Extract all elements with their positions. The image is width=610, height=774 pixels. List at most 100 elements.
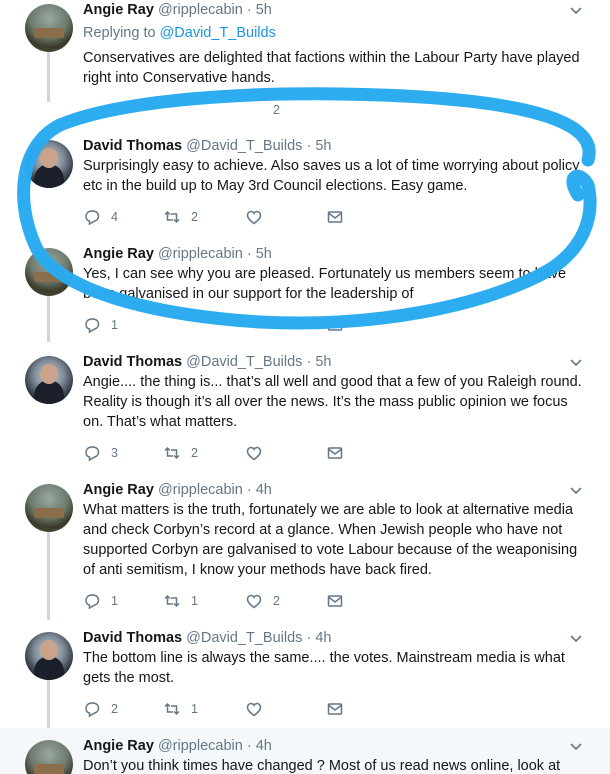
like-button[interactable] xyxy=(245,443,263,463)
like-count: 2 xyxy=(273,594,280,608)
message-button[interactable] xyxy=(326,443,344,463)
timestamp[interactable]: 4h xyxy=(315,630,331,646)
reply-count: 1 xyxy=(111,318,118,332)
heart-icon xyxy=(246,210,262,225)
author-handle[interactable]: @ripplecabin xyxy=(158,2,243,18)
tweet-header: Angie Ray @ripplecabin · 4h xyxy=(83,482,272,498)
avatar[interactable] xyxy=(25,4,73,52)
avatar[interactable] xyxy=(25,140,73,188)
replying-to-link[interactable]: @David_T_Builds xyxy=(160,25,276,41)
retweet-button[interactable]: 2 xyxy=(163,207,198,227)
chevron-down-icon[interactable] xyxy=(570,359,582,371)
timestamp[interactable]: 4h xyxy=(256,738,272,754)
retweet-button[interactable]: 2 xyxy=(163,443,198,463)
like-button[interactable] xyxy=(245,207,263,227)
tweet[interactable]: Angie Ray @ripplecabin · 5h Yes, I can s… xyxy=(0,236,610,342)
retweet-icon xyxy=(164,210,180,224)
replying-to: Replying to @David_T_Builds xyxy=(83,25,276,41)
reply-button[interactable]: 2 xyxy=(83,699,118,719)
reply-button[interactable]: 3 xyxy=(83,443,118,463)
thread-line xyxy=(47,296,50,342)
tweet-text: The bottom line is always the same.... t… xyxy=(83,650,565,686)
author-handle[interactable]: @ripplecabin xyxy=(158,738,243,754)
author-handle[interactable]: @ripplecabin xyxy=(158,482,243,498)
author-name[interactable]: David Thomas xyxy=(83,630,182,646)
timestamp[interactable]: 5h xyxy=(256,246,272,262)
envelope-icon xyxy=(327,319,343,331)
chevron-down-icon[interactable] xyxy=(570,487,582,499)
retweet-count: 2 xyxy=(191,210,198,224)
author-handle[interactable]: @David_T_Builds xyxy=(186,630,302,646)
reply-icon xyxy=(85,702,100,718)
author-handle[interactable]: @ripplecabin xyxy=(158,246,243,262)
avatar[interactable] xyxy=(25,248,73,296)
heart-icon xyxy=(246,594,262,609)
like-button[interactable]: 2 xyxy=(245,591,280,611)
avatar[interactable] xyxy=(25,632,73,680)
author-name[interactable]: Angie Ray xyxy=(83,246,154,262)
author-handle[interactable]: @David_T_Builds xyxy=(186,354,302,370)
tweet[interactable]: Angie Ray @ripplecabin · 5h Replying to … xyxy=(0,0,610,117)
retweet-button[interactable]: 1 xyxy=(163,699,198,719)
tweet[interactable]: Angie Ray @ripplecabin · 4h What matters… xyxy=(0,472,610,620)
author-name[interactable]: Angie Ray xyxy=(83,2,154,18)
separator: · xyxy=(246,738,252,754)
timestamp[interactable]: 5h xyxy=(315,138,331,154)
tweet-actions: 1 1 2 xyxy=(83,591,353,611)
tweet-header: Angie Ray @ripplecabin · 4h xyxy=(83,738,272,754)
retweet-button[interactable]: 1 xyxy=(163,591,198,611)
author-name[interactable]: David Thomas xyxy=(83,138,182,154)
tweet-actions: 3 2 xyxy=(83,443,353,463)
tweet[interactable]: David Thomas @David_T_Builds · 5h Angie.… xyxy=(0,344,610,472)
avatar[interactable] xyxy=(25,740,73,774)
timestamp[interactable]: 5h xyxy=(315,354,331,370)
thread-line xyxy=(47,52,50,102)
reply-icon xyxy=(85,446,100,462)
timestamp[interactable]: 5h xyxy=(256,2,272,18)
tweet-actions: 2 xyxy=(83,100,353,120)
separator: · xyxy=(306,354,312,370)
chevron-down-icon[interactable] xyxy=(570,7,582,19)
timestamp[interactable]: 4h xyxy=(256,482,272,498)
tweet-actions: 4 2 xyxy=(83,207,353,227)
reply-button[interactable]: 1 xyxy=(83,591,118,611)
tweet-text: Don’t you think times have changed ? Mos… xyxy=(83,758,561,774)
message-button[interactable] xyxy=(326,591,344,611)
envelope-icon xyxy=(327,703,343,715)
thread-line xyxy=(47,532,50,620)
tweet-text: Angie.... the thing is... that’s all wel… xyxy=(83,374,582,430)
tweet-text: What matters is the truth, fortunately w… xyxy=(83,502,578,578)
tweet-text: Surprisingly easy to achieve. Also saves… xyxy=(83,158,580,194)
author-handle[interactable]: @David_T_Builds xyxy=(186,138,302,154)
avatar[interactable] xyxy=(25,484,73,532)
chevron-down-icon[interactable] xyxy=(570,635,582,647)
tweet-header: David Thomas @David_T_Builds · 5h xyxy=(83,138,331,154)
message-button[interactable] xyxy=(326,315,344,335)
retweet-count: 1 xyxy=(191,594,198,608)
tweet[interactable]: David Thomas @David_T_Builds · 5h Surpri… xyxy=(0,128,610,228)
like-button[interactable]: 2 xyxy=(245,100,280,120)
avatar[interactable] xyxy=(25,356,73,404)
author-name[interactable]: Angie Ray xyxy=(83,482,154,498)
message-button[interactable] xyxy=(326,699,344,719)
like-button[interactable] xyxy=(245,699,263,719)
tweet-header: Angie Ray @ripplecabin · 5h xyxy=(83,246,272,262)
tweet-header: David Thomas @David_T_Builds · 5h xyxy=(83,354,331,370)
author-name[interactable]: David Thomas xyxy=(83,354,182,370)
author-name[interactable]: Angie Ray xyxy=(83,738,154,754)
tweet[interactable]: David Thomas @David_T_Builds · 4h The bo… xyxy=(0,620,610,728)
separator: · xyxy=(306,630,312,646)
chevron-down-icon[interactable] xyxy=(570,743,582,755)
separator: · xyxy=(246,246,252,262)
separator: · xyxy=(246,482,252,498)
retweet-count: 2 xyxy=(191,446,198,460)
tweet[interactable]: Angie Ray @ripplecabin · 4h Don’t you th… xyxy=(0,728,610,774)
reply-count: 3 xyxy=(111,446,118,460)
retweet-icon xyxy=(164,446,180,460)
tweet-actions: 2 1 xyxy=(83,699,353,719)
reply-button[interactable]: 1 xyxy=(83,315,118,335)
reply-button[interactable]: 4 xyxy=(83,207,118,227)
separator: · xyxy=(246,2,252,18)
message-button[interactable] xyxy=(326,207,344,227)
tweet-actions: 1 xyxy=(83,315,353,335)
